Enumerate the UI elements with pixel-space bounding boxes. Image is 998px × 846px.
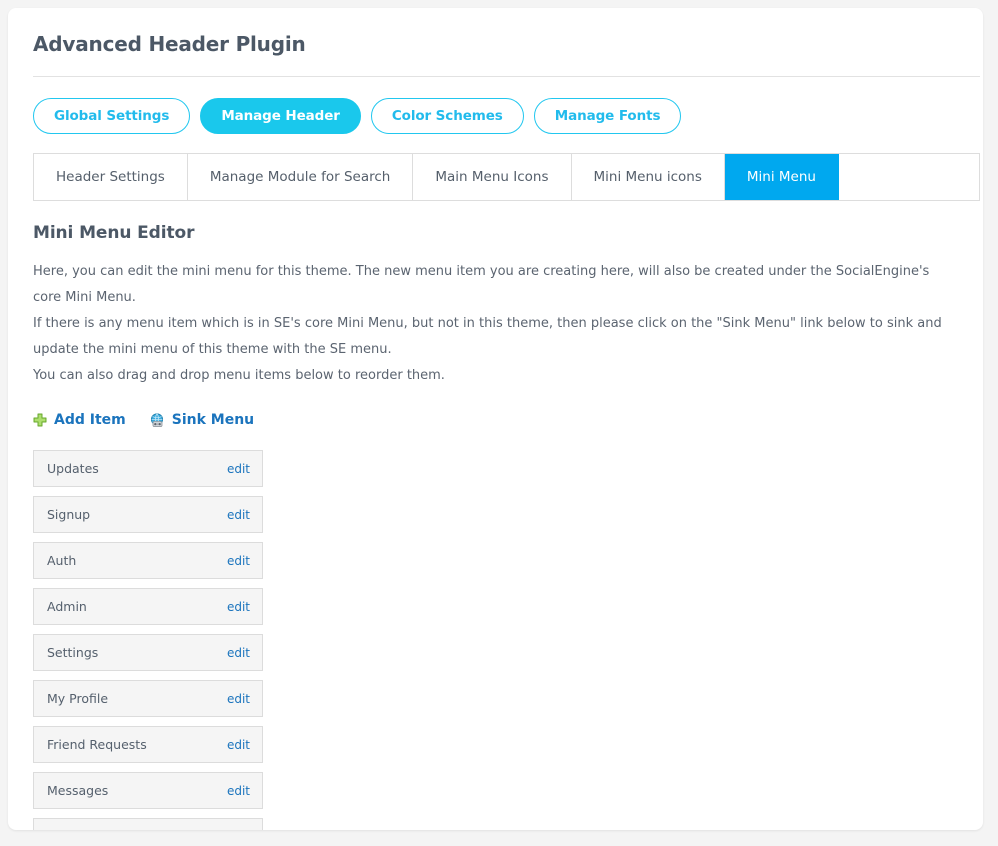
menu-item-row[interactable]: Admin edit bbox=[33, 588, 263, 625]
globe-sync-icon bbox=[150, 412, 165, 428]
edit-menu-item-link[interactable]: edit bbox=[227, 462, 250, 476]
edit-menu-item-link[interactable]: edit bbox=[227, 508, 250, 522]
edit-menu-item-link[interactable]: edit bbox=[227, 784, 250, 798]
intro-text: Here, you can edit the mini menu for thi… bbox=[33, 243, 958, 389]
edit-menu-item-link[interactable]: edit bbox=[227, 600, 250, 614]
tab-label: Manage Module for Search bbox=[209, 169, 391, 185]
add-item-link[interactable]: Add Item bbox=[33, 412, 126, 428]
tab-label: Main Menu Icons bbox=[435, 169, 549, 185]
page-title: Advanced Header Plugin bbox=[33, 32, 306, 56]
menu-item-row[interactable]: Notifications edit bbox=[33, 818, 263, 830]
tab-mini-menu[interactable]: Mini Menu bbox=[724, 154, 839, 200]
tab-label: Mini Menu icons bbox=[593, 169, 702, 185]
pill-global-settings[interactable]: Global Settings bbox=[33, 98, 191, 134]
menu-item-label: Updates bbox=[47, 461, 99, 476]
edit-menu-item-link[interactable]: edit bbox=[227, 692, 250, 706]
secondary-tab-strip: Header Settings Manage Module for Search M… bbox=[33, 153, 980, 201]
intro-paragraph: If there is any menu item which is in SE… bbox=[33, 316, 942, 357]
action-label: Add Item bbox=[54, 412, 126, 428]
plus-icon bbox=[33, 413, 47, 427]
pill-label: Color Schemes bbox=[391, 108, 503, 124]
intro-paragraph: You can also drag and drop menu items be… bbox=[33, 368, 445, 383]
pill-manage-header[interactable]: Manage Header bbox=[200, 98, 361, 134]
pill-label: Global Settings bbox=[54, 108, 170, 124]
menu-item-label: Admin bbox=[47, 599, 87, 614]
pill-label: Manage Fonts bbox=[554, 108, 661, 124]
menu-item-row[interactable]: Updates edit bbox=[33, 450, 263, 487]
plugin-panel: Advanced Header Plugin Global Settings Ma… bbox=[8, 8, 983, 830]
tab-label: Header Settings bbox=[56, 169, 165, 185]
primary-pill-nav: Global Settings Manage Header Color Scheme… bbox=[33, 77, 958, 153]
sink-menu-link[interactable]: Sink Menu bbox=[150, 412, 254, 428]
menu-item-label: Signup bbox=[47, 507, 91, 522]
menu-item-row[interactable]: Messages edit bbox=[33, 772, 263, 809]
menu-item-row[interactable]: My Profile edit bbox=[33, 680, 263, 717]
tab-header-settings[interactable]: Header Settings bbox=[34, 154, 188, 200]
menu-item-label: Notifications bbox=[47, 829, 125, 830]
edit-menu-item-link[interactable]: edit bbox=[227, 646, 250, 660]
menu-item-label: Friend Requests bbox=[47, 737, 147, 752]
menu-item-label: My Profile bbox=[47, 691, 109, 706]
menu-item-row[interactable]: Signup edit bbox=[33, 496, 263, 533]
menu-item-label: Auth bbox=[47, 553, 77, 568]
menu-item-label: Settings bbox=[47, 645, 99, 660]
menu-item-row[interactable]: Friend Requests edit bbox=[33, 726, 263, 763]
menu-item-label: Messages bbox=[47, 783, 109, 798]
edit-menu-item-link[interactable]: edit bbox=[227, 554, 250, 568]
intro-paragraph: Here, you can edit the mini menu for thi… bbox=[33, 264, 930, 305]
tab-strip-filler bbox=[838, 154, 979, 200]
pill-manage-fonts[interactable]: Manage Fonts bbox=[533, 98, 682, 134]
section-title: Mini Menu Editor bbox=[33, 223, 195, 243]
tab-manage-module-for-search[interactable]: Manage Module for Search bbox=[187, 154, 414, 200]
pill-label: Manage Header bbox=[221, 108, 340, 124]
tab-label: Mini Menu bbox=[746, 169, 816, 185]
edit-menu-item-link[interactable]: edit bbox=[227, 738, 250, 752]
menu-item-row[interactable]: Settings edit bbox=[33, 634, 263, 671]
action-label: Sink Menu bbox=[171, 412, 255, 428]
mini-menu-item-list: Updates edit Signup edit Auth edit Admin edit Se… bbox=[33, 450, 263, 830]
edit-menu-item-link[interactable]: edit bbox=[227, 830, 250, 831]
editor-actions: Add Item Sink Menu bbox=[33, 389, 958, 450]
tab-main-menu-icons[interactable]: Main Menu Icons bbox=[413, 154, 572, 200]
tab-mini-menu-icons[interactable]: Mini Menu icons bbox=[571, 154, 725, 200]
pill-color-schemes[interactable]: Color Schemes bbox=[370, 98, 524, 134]
menu-item-row[interactable]: Auth edit bbox=[33, 542, 263, 579]
